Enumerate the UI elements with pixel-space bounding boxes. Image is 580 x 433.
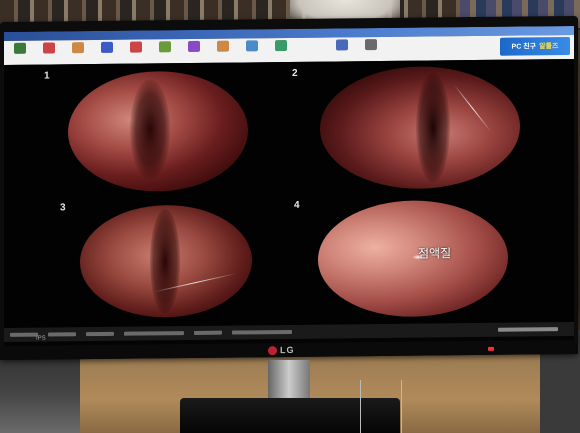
settings-icon bbox=[159, 41, 171, 53]
pane-number: 2 bbox=[292, 67, 298, 79]
print-icon bbox=[72, 42, 84, 54]
banner-ad[interactable]: PC 친구 알툴즈 bbox=[500, 37, 570, 56]
endoscopic-image[interactable] bbox=[320, 65, 520, 190]
open-icon bbox=[14, 42, 26, 54]
annotation-label: 점액질 bbox=[418, 246, 452, 261]
video-button[interactable] bbox=[124, 41, 148, 61]
status-segment bbox=[48, 332, 76, 337]
pane-number: 4 bbox=[294, 199, 300, 211]
status-segment bbox=[10, 332, 38, 337]
pane-number: 1 bbox=[44, 70, 50, 82]
export-button[interactable] bbox=[269, 39, 293, 60]
zoom-button[interactable] bbox=[330, 39, 354, 59]
compare-button[interactable] bbox=[211, 40, 235, 61]
lg-logo: LG bbox=[268, 344, 312, 356]
status-segment bbox=[86, 331, 114, 337]
compare-icon bbox=[217, 40, 229, 52]
export-icon bbox=[275, 39, 287, 52]
screen: PC 친구 알툴즈 1 2 3 4 점액질 bbox=[4, 25, 574, 350]
print-button[interactable] bbox=[66, 42, 90, 62]
capture-icon bbox=[101, 41, 113, 53]
report-button[interactable] bbox=[240, 40, 264, 60]
capture-button[interactable] bbox=[95, 41, 119, 62]
image-pane-3[interactable]: 3 bbox=[4, 198, 274, 329]
power-led-icon bbox=[488, 346, 494, 351]
video-icon bbox=[130, 41, 142, 53]
save-icon bbox=[43, 42, 55, 54]
banner-text: PC 친구 bbox=[511, 43, 537, 51]
ips-badge: IPS bbox=[36, 335, 46, 342]
status-segment bbox=[232, 329, 292, 335]
settings-button[interactable] bbox=[153, 41, 177, 61]
lg-logo-icon bbox=[268, 345, 277, 355]
brand-name: LG bbox=[280, 344, 295, 356]
image-pane-2[interactable]: 2 bbox=[286, 63, 556, 194]
image-pane-1[interactable]: 1 bbox=[4, 66, 274, 197]
save-button[interactable] bbox=[37, 42, 61, 62]
status-segment bbox=[124, 331, 184, 336]
zoom-icon bbox=[336, 39, 348, 51]
image-viewport: 1 2 3 4 점액질 bbox=[4, 58, 574, 329]
report-icon bbox=[246, 40, 258, 52]
help-icon bbox=[365, 39, 377, 51]
banner-accent: 알툴즈 bbox=[539, 43, 559, 51]
cables bbox=[360, 380, 402, 433]
patient-button[interactable] bbox=[182, 40, 206, 61]
endoscopic-image[interactable] bbox=[68, 70, 248, 193]
monitor: PC 친구 알툴즈 1 2 3 4 점액질 IPS LG bbox=[0, 15, 578, 360]
status-segment bbox=[194, 330, 222, 335]
pane-number: 3 bbox=[60, 202, 66, 214]
open-button[interactable] bbox=[8, 42, 32, 63]
status-segment bbox=[498, 327, 558, 332]
image-pane-4[interactable]: 4 점액질 bbox=[286, 195, 556, 326]
patient-icon bbox=[188, 40, 200, 53]
endoscopic-image[interactable] bbox=[80, 204, 252, 319]
help-button[interactable] bbox=[359, 39, 383, 59]
